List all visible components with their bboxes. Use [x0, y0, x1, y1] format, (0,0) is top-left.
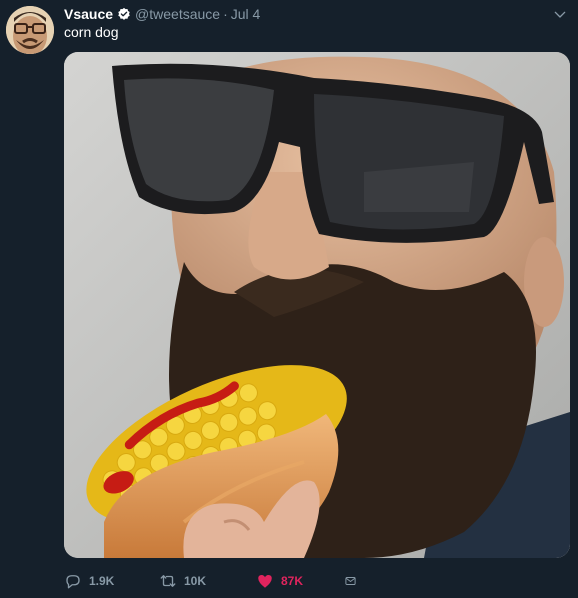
reply-icon — [66, 575, 80, 589]
mail-icon — [345, 576, 356, 586]
reply-count: 1.9K — [89, 574, 115, 588]
retweet-button[interactable]: 10K — [159, 572, 256, 590]
tweet-header: Vsauce @tweetsauce · Jul 4 — [64, 5, 260, 23]
tweet-photo[interactable] — [64, 52, 570, 558]
avatar[interactable] — [6, 6, 54, 54]
direct-message-button[interactable] — [344, 572, 364, 590]
chevron-down-icon[interactable] — [552, 7, 568, 23]
retweet-icon — [160, 575, 176, 587]
tweet-actions: 1.9K 10K 87K — [64, 570, 364, 592]
verified-badge-icon — [118, 7, 130, 20]
tweet: Vsauce @tweetsauce · Jul 4 corn dog 1.9K… — [0, 0, 578, 598]
reply-button[interactable]: 1.9K — [64, 572, 159, 590]
separator: · — [223, 6, 228, 22]
like-count: 87K — [281, 574, 304, 588]
author-handle[interactable]: @tweetsauce — [135, 6, 220, 22]
like-button[interactable]: 87K — [256, 572, 344, 590]
author-name[interactable]: Vsauce — [64, 6, 113, 22]
tweet-text: corn dog — [64, 24, 119, 40]
retweet-count: 10K — [184, 574, 207, 588]
tweet-date[interactable]: Jul 4 — [231, 6, 261, 22]
heart-icon — [258, 575, 272, 588]
